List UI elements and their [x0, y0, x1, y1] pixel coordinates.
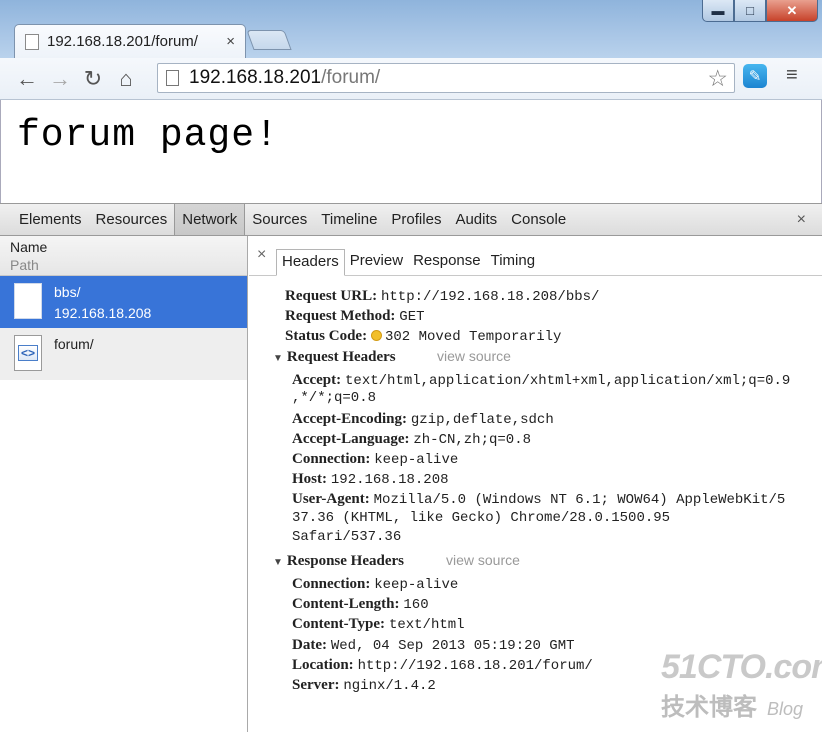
name-column-header: Name — [10, 239, 48, 255]
request-headers-section[interactable]: ▼ Request Headers — [273, 346, 396, 369]
header-row-user-agent: User-Agent: Mozilla/5.0 (Windows NT 6.1;… — [292, 491, 786, 508]
document-icon — [14, 283, 42, 319]
tab-sources[interactable]: Sources — [245, 204, 314, 235]
header-row-accept-language: Accept-Language: zh-CN,zh;q=0.8 — [292, 431, 531, 448]
tab-console[interactable]: Console — [504, 204, 573, 235]
header-row-connection: Connection: keep-alive — [292, 576, 459, 593]
page-favicon-icon — [25, 33, 39, 50]
network-request-list: Name Path bbs/ 192.168.18.208 <> forum/ — [0, 236, 248, 732]
header-value-continued: 37.36 (KHTML, like Gecko) Chrome/28.0.15… — [292, 510, 671, 526]
tab-timeline[interactable]: Timeline — [314, 204, 384, 235]
menu-icon[interactable]: ≡ — [786, 65, 802, 85]
close-detail-icon[interactable]: × — [257, 246, 266, 264]
url-host: 192.168.18.201 — [189, 67, 322, 88]
header-value-continued: ,*/*;q=0.8 — [292, 390, 377, 406]
request-list-header[interactable]: Name Path — [0, 236, 247, 276]
header-row-connection: Connection: keep-alive — [292, 451, 459, 468]
close-window-button[interactable]: ✕ — [766, 0, 818, 22]
path-column-header: Path — [10, 257, 39, 273]
header-row-content-type: Content-Type: text/html — [292, 616, 465, 633]
page-text: forum page! — [17, 114, 279, 157]
bookmark-star-icon[interactable]: ☆ — [707, 65, 728, 92]
maximize-button[interactable]: □ — [734, 0, 766, 22]
header-row-request-method: Request Method: GET — [285, 308, 425, 325]
header-row-host: Host: 192.168.18.208 — [292, 471, 449, 488]
response-headers-section[interactable]: ▼ Response Headers — [273, 550, 404, 573]
html-document-icon: <> — [14, 335, 42, 371]
tab-response[interactable]: Response — [408, 249, 486, 276]
tab-elements[interactable]: Elements — [12, 204, 89, 235]
extension-icon[interactable]: ✎ — [743, 64, 767, 88]
watermark-caption: 技术博客 — [661, 694, 757, 721]
tab-preview[interactable]: Preview — [345, 249, 408, 276]
status-dot-icon — [370, 330, 382, 341]
browser-tab[interactable]: 192.168.18.201/forum/ × — [14, 24, 246, 58]
tab-network[interactable]: Network — [174, 204, 246, 235]
header-row-request-url: Request URL: http://192.168.18.208/bbs/ — [285, 288, 600, 305]
address-bar[interactable]: 192.168.18.201/forum/ ☆ — [157, 63, 735, 93]
header-row-status-code: Status Code: 302 Moved Temporarily — [285, 328, 562, 345]
home-button[interactable]: ⌂ — [111, 64, 141, 94]
request-name: bbs/ — [54, 284, 81, 300]
expand-triangle-icon: ▼ — [273, 557, 283, 568]
watermark-blog: Blog — [767, 699, 804, 719]
page-icon — [166, 70, 179, 86]
tab-headers[interactable]: Headers — [276, 249, 345, 276]
tab-title: 192.168.18.201/forum/ — [47, 33, 198, 50]
page-viewport: forum page! — [0, 100, 822, 203]
devtools-tabbar: Elements Resources Network Sources Timel… — [0, 203, 822, 236]
header-row-accept-encoding: Accept-Encoding: gzip,deflate,sdch — [292, 411, 554, 428]
minimize-button[interactable]: ▬ — [702, 0, 734, 22]
request-row-forum[interactable]: <> forum/ — [0, 328, 247, 380]
tab-profiles[interactable]: Profiles — [384, 204, 448, 235]
forward-button[interactable]: → — [45, 64, 75, 94]
url-path: /forum/ — [321, 67, 381, 88]
window-controls: ▬ □ ✕ — [702, 0, 818, 22]
tab-timing[interactable]: Timing — [486, 249, 540, 276]
watermark-site: 51CTO.com — [661, 648, 822, 686]
request-name: forum/ — [54, 336, 94, 352]
header-row-date: Date: Wed, 04 Sep 2013 05:19:20 GMT — [292, 637, 575, 654]
request-host: 192.168.18.208 — [54, 305, 152, 321]
browser-toolbar: ← → ↻ ⌂ 192.168.18.201/forum/ ☆ ✎ ≡ — [0, 58, 822, 100]
header-row-location: Location: http://192.168.18.201/forum/ — [292, 657, 593, 674]
browser-titlebar: 192.168.18.201/forum/ × ▬ □ ✕ — [0, 0, 822, 58]
reload-button[interactable]: ↻ — [78, 64, 108, 94]
request-row-bbs[interactable]: bbs/ 192.168.18.208 — [0, 276, 247, 328]
watermark-logo: 51CTO.com 技术博客 Blog — [661, 648, 822, 728]
detail-tabbar: × Headers Preview Response Timing — [249, 236, 822, 276]
view-source-link[interactable]: view source — [437, 346, 511, 366]
devtools-close-icon[interactable]: × — [797, 211, 806, 229]
new-tab-button[interactable] — [246, 30, 292, 50]
header-row-server: Server: nginx/1.4.2 — [292, 677, 436, 694]
back-button[interactable]: ← — [12, 64, 42, 94]
tab-audits[interactable]: Audits — [448, 204, 504, 235]
expand-triangle-icon: ▼ — [273, 353, 283, 364]
tab-resources[interactable]: Resources — [89, 204, 175, 235]
header-value-continued: Safari/537.36 — [292, 529, 402, 545]
header-row-content-length: Content-Length: 160 — [292, 596, 429, 613]
view-source-link[interactable]: view source — [446, 550, 520, 570]
tab-close-icon[interactable]: × — [226, 33, 235, 50]
